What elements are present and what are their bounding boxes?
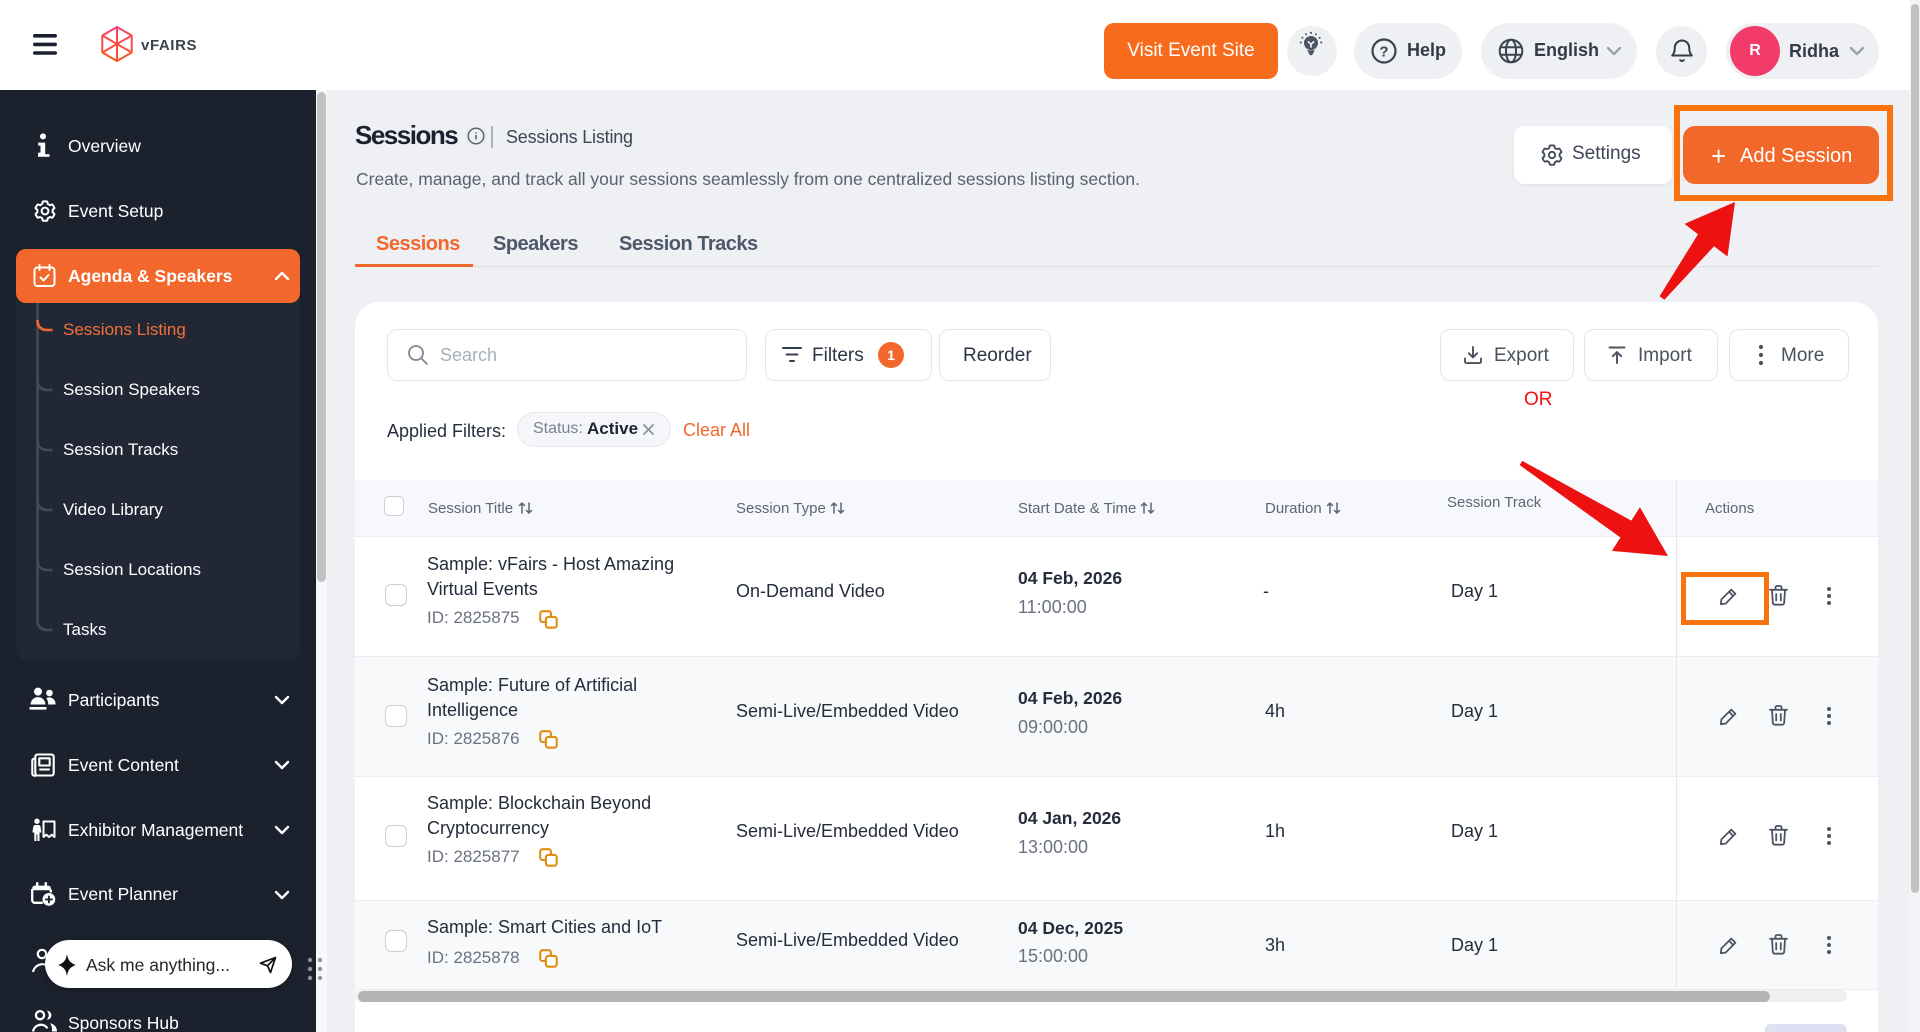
svg-text:?: ? [1379,44,1388,61]
